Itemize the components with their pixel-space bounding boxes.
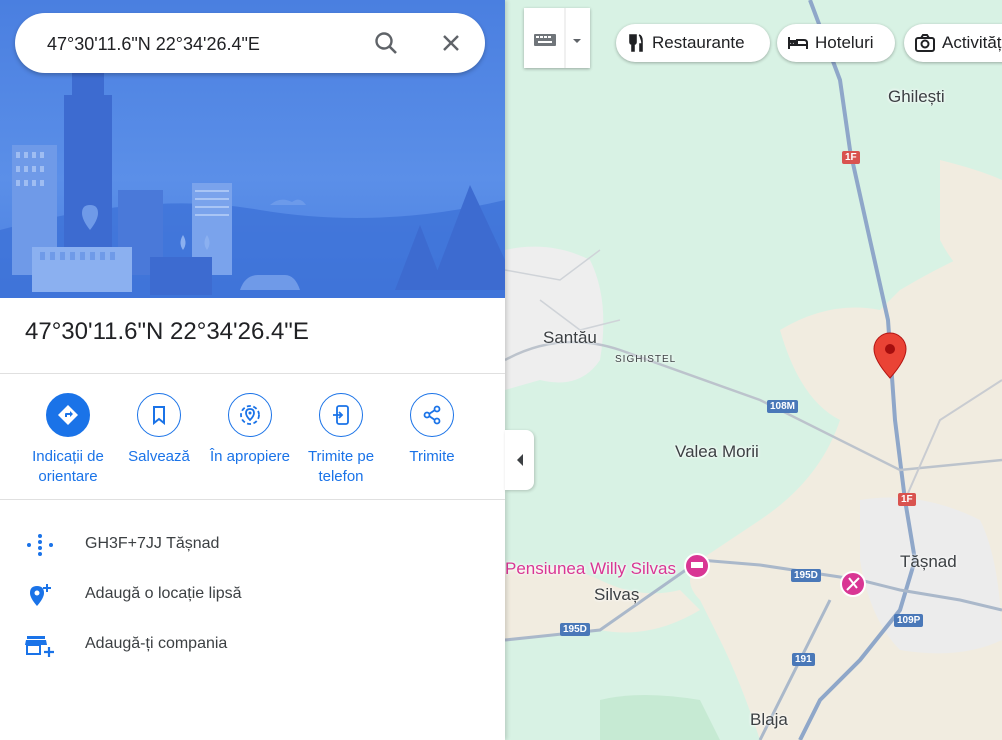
chip-activities[interactable]: Activități	[904, 24, 1002, 62]
add-business-row[interactable]: Adaugă-ți compania	[0, 625, 505, 665]
restaurant-icon	[629, 34, 643, 52]
place-panel: 47°30'11.6"N 22°34'26.4"E Indicații de o…	[0, 0, 505, 740]
road-shield-191: 191	[792, 653, 815, 666]
directions-icon[interactable]	[46, 393, 90, 437]
place-label-ghilesti[interactable]: Ghilești	[888, 87, 945, 107]
add-location-text: Adaugă o locație lipsă	[85, 585, 242, 602]
road-shield-109p: 109P	[894, 614, 924, 627]
collapse-panel-button[interactable]	[505, 430, 534, 490]
plus-code-row[interactable]: GH3F+7JJ Tășnad	[0, 525, 505, 565]
place-label-sighistel[interactable]: SIGHISTEL	[615, 354, 676, 365]
send-to-phone-label: Trimite pe telefon	[307, 448, 375, 485]
nearby-icon[interactable]	[228, 393, 272, 437]
close-icon[interactable]	[436, 28, 466, 58]
add-business-icon	[25, 636, 54, 657]
plus-code-text: GH3F+7JJ Tășnad	[85, 535, 220, 552]
chip-activities-label: Activități	[942, 33, 1002, 52]
share-icon[interactable]	[410, 393, 454, 437]
nearby-button[interactable]: În apropiere	[204, 393, 296, 467]
road-shield-1f-mid: 1F	[898, 493, 916, 506]
search-icon[interactable]	[371, 28, 401, 58]
road-shield-108m: 108M	[767, 400, 799, 413]
plus-code-icon	[27, 534, 53, 556]
chevron-left-icon	[516, 454, 523, 466]
place-title: 47°30'11.6"N 22°34'26.4"E	[25, 318, 309, 345]
add-location-icon	[30, 584, 51, 606]
camera-icon	[915, 34, 935, 52]
place-label-silvas[interactable]: Silvaș	[594, 585, 639, 605]
divider	[0, 499, 505, 500]
hotel-icon	[788, 37, 808, 49]
add-location-row[interactable]: Adaugă o locație lipsă	[0, 575, 505, 615]
road-shield-1f-top: 1F	[842, 151, 860, 164]
search-input[interactable]	[45, 30, 359, 58]
keyboard-icon[interactable]	[524, 8, 590, 68]
chip-hotels[interactable]: Hoteluri	[777, 24, 895, 62]
chip-restaurants-label: Restaurante	[652, 33, 745, 52]
place-label-blaja[interactable]: Blaja	[750, 710, 788, 730]
add-business-text: Adaugă-ți compania	[85, 635, 228, 652]
chip-restaurants[interactable]: Restaurante	[616, 24, 770, 62]
directions-label: Indicații de orientare	[32, 448, 104, 485]
keyboard-toggle[interactable]	[524, 8, 590, 68]
share-button[interactable]: Trimite	[386, 393, 478, 467]
bookmark-icon[interactable]	[137, 393, 181, 437]
poi-label-pensiune[interactable]: Pensiunea Willy Silvas	[505, 559, 676, 579]
send-to-phone-icon[interactable]	[319, 393, 363, 437]
place-label-valea-morii[interactable]: Valea Morii	[675, 442, 759, 462]
chip-hotels-label: Hoteluri	[815, 33, 874, 52]
save-label: Salvează	[128, 448, 190, 465]
road-shield-195d-a: 195D	[791, 569, 821, 582]
road-shield-195d-b: 195D	[560, 623, 590, 636]
divider	[0, 373, 505, 374]
search-box[interactable]	[15, 13, 485, 73]
send-to-phone-button[interactable]: Trimite pe telefon	[295, 393, 387, 487]
save-button[interactable]: Salvează	[113, 393, 205, 467]
place-label-santau[interactable]: Santău	[543, 328, 597, 348]
place-label-tasnad[interactable]: Tășnad	[900, 552, 957, 572]
nearby-label: În apropiere	[209, 448, 291, 465]
directions-button[interactable]: Indicații de orientare	[22, 393, 114, 487]
share-label: Trimite	[409, 448, 455, 465]
chevron-down-icon	[573, 39, 581, 43]
